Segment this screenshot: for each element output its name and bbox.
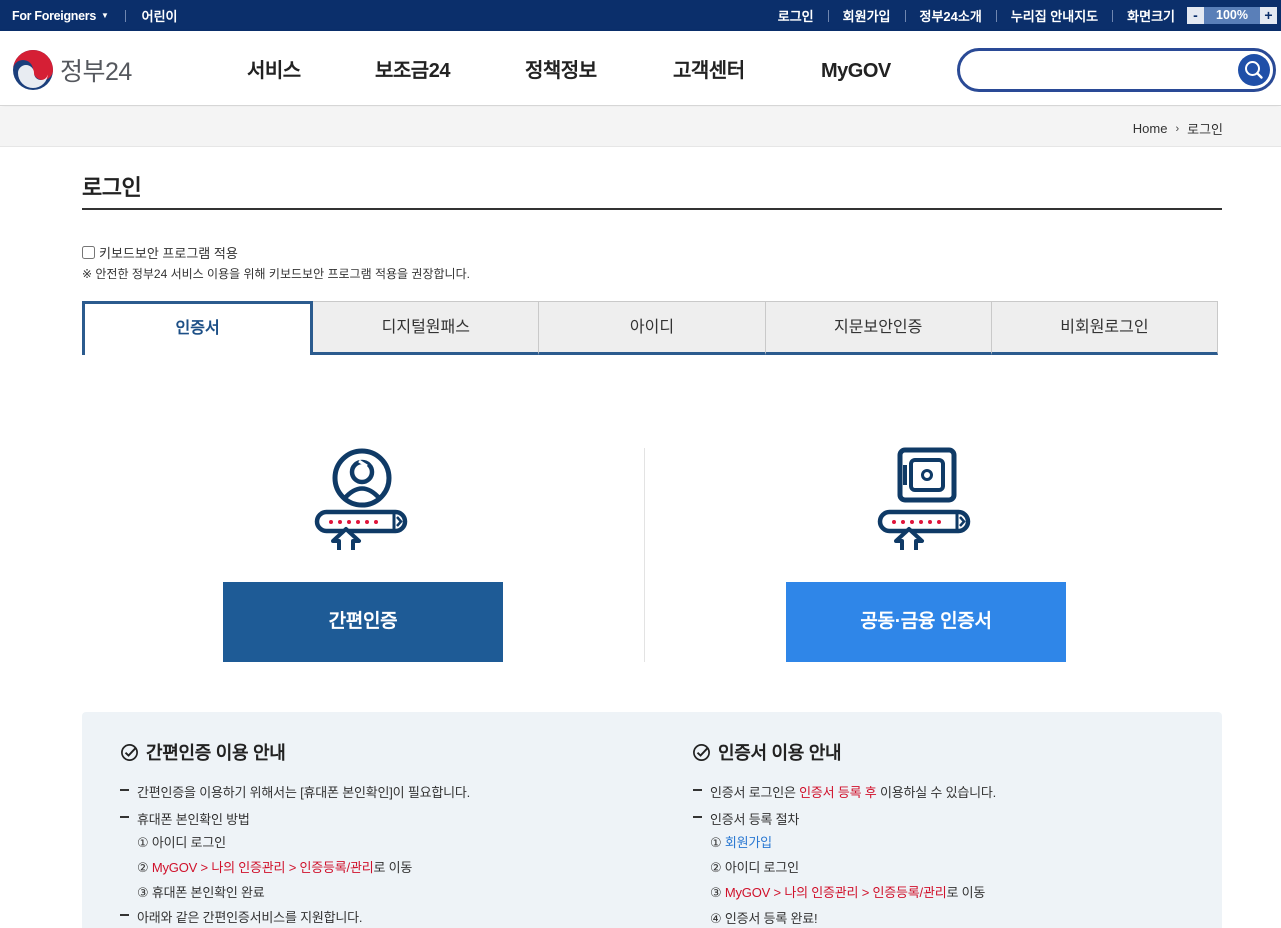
nav-customer-center[interactable]: 고객센터 — [673, 31, 745, 106]
breadcrumb-current: 로그인 — [1187, 122, 1223, 137]
divider — [124, 9, 126, 22]
list-item-text: 휴대폰 본인확인 방법 — [137, 812, 250, 827]
step-item: ① 아이디 로그인 — [137, 835, 226, 850]
breadcrumb-band: Home › 로그인 — [0, 107, 1281, 147]
zoom-out-button[interactable]: - — [1187, 7, 1204, 24]
keyboard-security-label: 키보드보안 프로그램 적용 — [99, 246, 238, 261]
simple-auth-button[interactable]: 간편인증 — [223, 582, 503, 662]
guide-title-text: 간편인증 이용 안내 — [146, 743, 286, 763]
step-item: ① 회원가입 — [710, 832, 772, 851]
top-utility-bar: For Foreigners ▼ 어린이 로그인 회원가입 정부24소개 누리집… — [0, 0, 1281, 31]
step-number: ③ — [710, 885, 725, 900]
step-suffix: 로 이동 — [373, 860, 413, 875]
step-path: MyGOV > 나의 인증관리 > 인증등록/관리 — [724, 885, 947, 900]
top-left-group: For Foreigners ▼ 어린이 — [12, 0, 178, 31]
list-item-text: 인증서 등록 절차 — [710, 812, 800, 827]
step-item: ③ 휴대폰 본인확인 완료 — [137, 885, 265, 900]
kids-link[interactable]: 어린이 — [142, 6, 178, 25]
usage-guide-box: 간편인증 이용 안내 간편인증을 이용하기 위해서는 [휴대폰 본인확인]이 필… — [82, 712, 1222, 928]
list-item-highlight: 인증서 등록 후 — [799, 785, 877, 800]
search-icon — [1245, 61, 1263, 79]
breadcrumb: Home › 로그인 — [1133, 119, 1223, 138]
gov24-logo[interactable]: 정부24 — [12, 49, 132, 91]
nav-subsidy24[interactable]: 보조금24 — [375, 31, 450, 106]
step-path: MyGOV > 나의 인증관리 > 인증등록/관리 — [151, 860, 374, 875]
tab-digital-onepass[interactable]: 디지털원패스 — [313, 301, 540, 355]
divider — [904, 9, 906, 22]
taegeuk-logo-icon — [13, 50, 53, 90]
list-item-suffix: 이용하실 수 있습니다. — [876, 785, 997, 800]
signup-guide-link[interactable]: 회원가입 — [725, 835, 772, 850]
keyboard-security-option: 키보드보안 프로그램 적용 — [82, 243, 238, 262]
chevron-right-icon: › — [1175, 122, 1180, 135]
nav-services[interactable]: 서비스 — [247, 31, 301, 106]
login-link[interactable]: 로그인 — [778, 6, 814, 25]
dash-bullet — [120, 816, 129, 818]
tab-non-member[interactable]: 비회원로그인 — [991, 301, 1219, 355]
top-right-group: 로그인 회원가입 정부24소개 누리집 안내지도 화면크기 - 100% + — [778, 0, 1277, 31]
title-underline — [82, 208, 1222, 210]
screen-size-label: 화면크기 — [1127, 9, 1175, 24]
check-circle-icon — [693, 743, 710, 761]
step-suffix: 로 이동 — [946, 885, 986, 900]
simple-auth-guide-title: 간편인증 이용 안내 — [120, 739, 286, 765]
step-item: ③ MyGOV > 나의 인증관리 > 인증등록/관리로 이동 — [710, 882, 985, 901]
person-card-login-icon — [314, 448, 408, 550]
zoom-value: 100% — [1204, 7, 1260, 24]
cert-guide-title: 인증서 이용 안내 — [692, 739, 842, 765]
zoom-in-button[interactable]: + — [1260, 7, 1277, 24]
divider — [827, 9, 829, 22]
step-number: ① — [710, 835, 725, 850]
dash-bullet — [120, 789, 129, 791]
for-foreigners-dropdown[interactable]: For Foreigners ▼ — [12, 9, 109, 23]
search-button[interactable] — [1238, 54, 1270, 86]
list-item: 아래와 같은 간편인증서비스를 지원합니다. — [120, 907, 363, 926]
zoom-control: - 100% + — [1187, 7, 1277, 24]
check-circle-icon — [121, 743, 138, 761]
about-link[interactable]: 정부24소개 — [920, 6, 982, 25]
logo-text: 정부24 — [60, 58, 132, 86]
divider — [1112, 9, 1114, 22]
list-item: 휴대폰 본인확인 방법 — [120, 809, 250, 828]
signup-link[interactable]: 회원가입 — [843, 6, 891, 25]
safe-card-login-icon — [877, 447, 971, 550]
dash-bullet — [693, 816, 702, 818]
search-input[interactable] — [974, 59, 1234, 81]
sitemap-link[interactable]: 누리집 안내지도 — [1011, 6, 1098, 25]
step-item: ② MyGOV > 나의 인증관리 > 인증등록/관리로 이동 — [137, 857, 412, 876]
joint-financial-cert-button[interactable]: 공동·금융 인증서 — [786, 582, 1066, 662]
breadcrumb-home[interactable]: Home — [1133, 121, 1168, 136]
page-title: 로그인 — [82, 175, 142, 200]
list-item: 인증서 등록 절차 — [693, 809, 800, 828]
keyboard-security-note: ※ 안전한 정부24 서비스 이용을 위해 키보드보안 프로그램 적용을 권장합… — [82, 267, 470, 281]
list-item-prefix: 인증서 로그인은 — [710, 785, 800, 800]
divider — [995, 9, 997, 22]
search-box — [957, 48, 1276, 92]
nav-policy-info[interactable]: 정책정보 — [525, 31, 597, 106]
site-header: 정부24 서비스 보조금24 정책정보 고객센터 MyGOV — [0, 31, 1281, 106]
for-foreigners-label: For Foreigners — [12, 8, 97, 23]
step-item: ② 아이디 로그인 — [710, 860, 799, 875]
login-method-tabs: 인증서 디지털원패스 아이디 지문보안인증 비회원로그인 — [82, 301, 1219, 355]
dash-bullet — [120, 914, 129, 916]
tab-id[interactable]: 아이디 — [539, 301, 766, 355]
nav-mygov[interactable]: MyGOV — [821, 31, 891, 106]
dash-bullet — [693, 789, 702, 791]
keyboard-security-checkbox[interactable] — [82, 246, 95, 259]
list-item-text: 아래와 같은 간편인증서비스를 지원합니다. — [137, 910, 363, 925]
list-item: 인증서 로그인은 인증서 등록 후 이용하실 수 있습니다. — [693, 782, 997, 801]
guide-title-text: 인증서 이용 안내 — [718, 743, 842, 763]
tab-fingerprint[interactable]: 지문보안인증 — [765, 301, 992, 355]
list-item-text: 간편인증을 이용하기 위해서는 [휴대폰 본인확인]이 필요합니다. — [137, 785, 471, 800]
method-divider — [644, 448, 645, 662]
caret-down-icon: ▼ — [101, 11, 109, 20]
step-number: ② — [137, 860, 152, 875]
step-item: ④ 인증서 등록 완료! — [710, 911, 818, 926]
tab-certificate[interactable]: 인증서 — [82, 301, 314, 355]
list-item: 간편인증을 이용하기 위해서는 [휴대폰 본인확인]이 필요합니다. — [120, 782, 471, 801]
